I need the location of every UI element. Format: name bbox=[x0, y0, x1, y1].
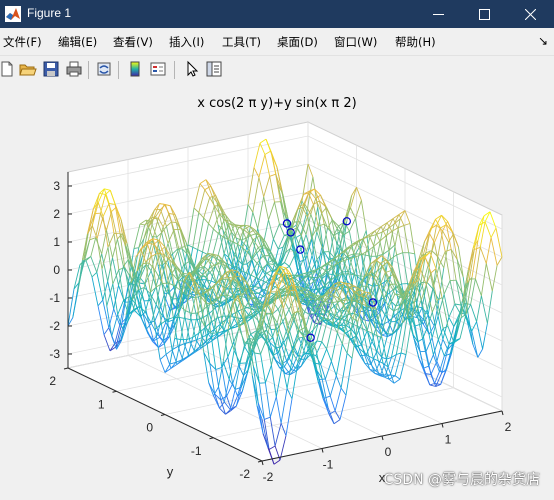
z-tick-label: -1 bbox=[49, 291, 60, 305]
x-tick-label: -1 bbox=[323, 458, 334, 472]
menu-window[interactable]: 窗口(W) bbox=[334, 34, 377, 50]
new-figure-icon[interactable] bbox=[0, 60, 16, 78]
surface-plot[interactable]: -3-2-10123-2-1012-2-1012 x y bbox=[0, 84, 554, 500]
menu-help[interactable]: 帮助(H) bbox=[395, 34, 436, 50]
matlab-icon bbox=[5, 6, 21, 22]
menu-desktop[interactable]: 桌面(D) bbox=[277, 34, 318, 50]
menu-view[interactable]: 查看(V) bbox=[113, 34, 153, 50]
z-tick-label: 1 bbox=[53, 235, 60, 249]
x-tick-label: 2 bbox=[505, 420, 512, 434]
x-tick-mark bbox=[261, 460, 264, 466]
x-tick-mark bbox=[501, 410, 504, 416]
title-bar: Figure 1 bbox=[0, 0, 554, 28]
window-title: Figure 1 bbox=[27, 6, 72, 20]
menu-bar: 文件(F) 编辑(E) 查看(V) 插入(I) 工具(T) 桌面(D) 窗口(W… bbox=[0, 28, 554, 55]
menu-tools[interactable]: 工具(T) bbox=[222, 34, 261, 50]
link-plot-icon[interactable] bbox=[95, 60, 113, 78]
toolbar-separator bbox=[88, 61, 89, 79]
z-tick-label: -3 bbox=[49, 347, 60, 361]
y-tick-mark bbox=[209, 437, 214, 440]
print-icon[interactable] bbox=[65, 60, 83, 78]
y-tick-mark bbox=[160, 414, 166, 416]
save-icon[interactable] bbox=[42, 60, 60, 78]
x-tick-label: 1 bbox=[445, 433, 452, 447]
y-tick-label: -1 bbox=[191, 444, 202, 458]
maximize-button[interactable] bbox=[462, 0, 508, 28]
x-tick-mark bbox=[381, 435, 384, 441]
toolbar-separator bbox=[118, 61, 119, 79]
y-tick-mark bbox=[63, 367, 69, 370]
y-tick-label: -2 bbox=[239, 467, 250, 481]
y-tick-label: 2 bbox=[49, 374, 56, 388]
open-file-icon[interactable] bbox=[19, 60, 37, 78]
y-axis-label: y bbox=[167, 464, 174, 479]
y-tick-label: 1 bbox=[98, 397, 105, 411]
y-tick-mark bbox=[257, 460, 263, 463]
close-icon bbox=[525, 9, 536, 20]
z-tick-label: 0 bbox=[53, 263, 60, 277]
property-inspector-icon[interactable] bbox=[205, 60, 223, 78]
menu-insert[interactable]: 插入(I) bbox=[169, 34, 204, 50]
minimize-button[interactable] bbox=[416, 0, 462, 28]
z-tick-label: -2 bbox=[49, 319, 60, 333]
menu-dock-arrow[interactable]: ↘ bbox=[538, 34, 548, 48]
insert-legend-icon[interactable] bbox=[149, 60, 167, 78]
y-tick-label: 0 bbox=[146, 421, 153, 435]
z-tick-label: 2 bbox=[53, 207, 60, 221]
maximize-icon bbox=[479, 9, 490, 20]
minimize-icon bbox=[433, 14, 444, 15]
menu-file[interactable]: 文件(F) bbox=[3, 34, 42, 50]
insert-colorbar-icon[interactable] bbox=[126, 60, 144, 78]
x-tick-label: -2 bbox=[263, 470, 274, 484]
edit-plot-arrow-icon[interactable] bbox=[183, 60, 201, 78]
x-tick-label: 0 bbox=[385, 445, 392, 459]
menu-edit[interactable]: 编辑(E) bbox=[58, 34, 97, 50]
toolbar bbox=[0, 55, 554, 85]
x-tick-mark bbox=[441, 423, 444, 428]
watermark-text: CSDN @雾与晨的杂货店 bbox=[383, 472, 540, 488]
close-button[interactable] bbox=[508, 0, 554, 28]
x-tick-mark bbox=[321, 448, 324, 453]
y-tick-mark bbox=[112, 390, 117, 393]
toolbar-separator bbox=[174, 61, 175, 79]
z-tick-label: 3 bbox=[53, 179, 60, 193]
mesh-segment bbox=[273, 459, 281, 465]
